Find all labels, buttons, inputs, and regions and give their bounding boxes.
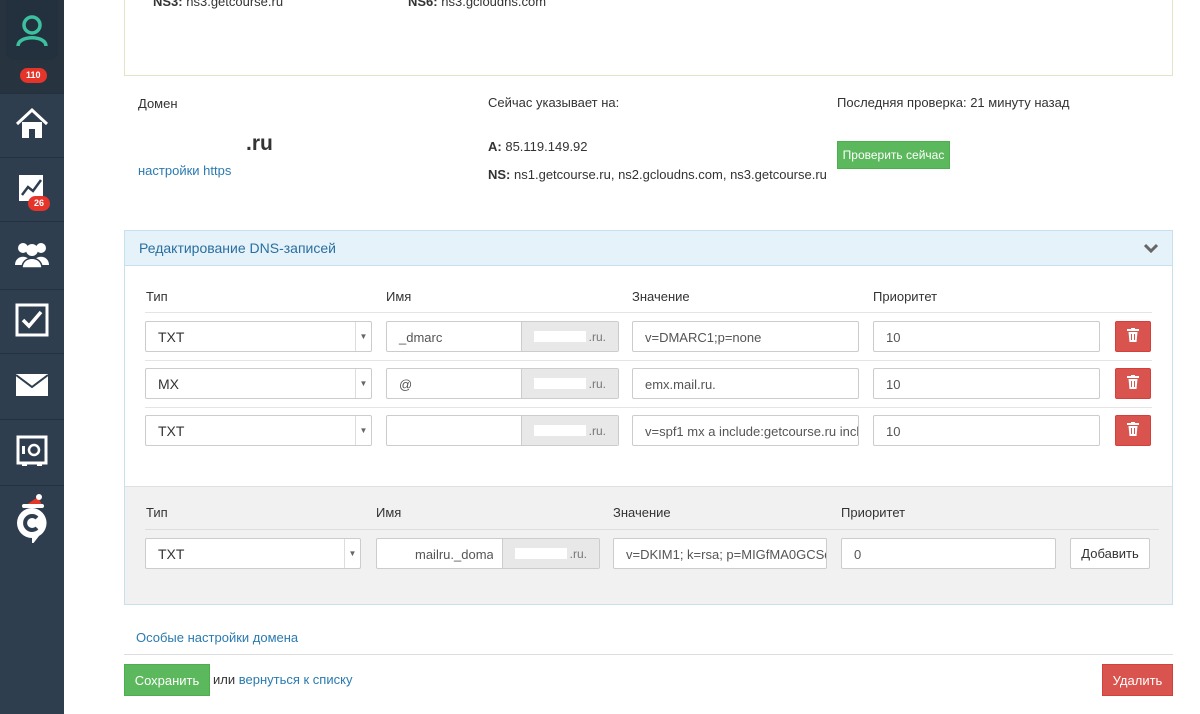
domain-suffix: .ru. (502, 539, 599, 568)
home-icon (15, 107, 49, 144)
divider (145, 312, 1152, 313)
record-value-input[interactable]: v=DMARC1;p=none (632, 321, 859, 352)
ns3-line: NS3: ns3.getcourse.ru (153, 0, 284, 9)
sidebar-item-profile[interactable]: 110 (0, 0, 64, 94)
record-type-select[interactable]: TXT ▼ (145, 321, 372, 352)
record-priority-input[interactable]: 10 (873, 368, 1100, 399)
dns-panel-title: Редактирование DNS-записей (139, 240, 336, 256)
chevron-down-icon: ▼ (355, 369, 371, 398)
new-record-type-select[interactable]: TXT ▼ (145, 538, 361, 569)
new-record-value-input[interactable]: v=DKIM1; k=rsa; p=MIGfMA0GCSqG (613, 538, 827, 569)
chevron-down-icon: ▼ (355, 322, 371, 351)
check-now-button[interactable]: Проверить сейчас (837, 141, 950, 169)
getcourse-logo-icon (12, 491, 52, 546)
domain-suffix: .ru. (521, 322, 618, 351)
users-icon (14, 239, 50, 272)
chevron-down-icon[interactable] (1143, 241, 1159, 256)
delete-record-button[interactable] (1115, 415, 1151, 446)
record-value-input[interactable]: emx.mail.ru. (632, 368, 859, 399)
a-record-line: A: 85.119.149.92 (488, 139, 588, 154)
sidebar-item-stats[interactable]: 26 (0, 158, 64, 222)
notification-badge: 110 (20, 68, 47, 83)
new-col-type: Тип (146, 505, 168, 520)
record-value-input[interactable]: v=spf1 mx a include:getcourse.ru incl (632, 415, 859, 446)
divider (145, 407, 1152, 408)
redacted-domain (534, 425, 586, 436)
sidebar-item-home[interactable] (0, 94, 64, 158)
domain-name: .ru (246, 132, 273, 155)
sidebar-item-safe[interactable] (0, 420, 64, 486)
new-record-name-input[interactable]: mailru._domai .ru. (376, 538, 600, 569)
add-record-button[interactable]: Добавить (1070, 538, 1150, 569)
stats-badge: 26 (28, 196, 51, 211)
new-col-priority: Приоритет (841, 505, 906, 520)
col-priority: Приоритет (873, 289, 938, 304)
domain-suffix: .ru. (521, 416, 618, 445)
main-content: NS3: ns3.getcourse.ru NS6: ns3.gcloudns.… (64, 0, 1200, 714)
redacted-domain (534, 331, 586, 342)
record-name-input[interactable]: @ .ru. (386, 368, 619, 399)
delete-domain-button[interactable]: Удалить (1102, 664, 1173, 696)
redacted-domain (534, 378, 586, 389)
sidebar-item-mail[interactable] (0, 354, 64, 420)
delete-record-button[interactable] (1115, 368, 1151, 399)
new-record-priority-input[interactable]: 0 (841, 538, 1056, 569)
trash-icon (1127, 422, 1139, 439)
special-domain-settings-link[interactable]: Особые настройки домена (136, 630, 298, 645)
record-type-select[interactable]: TXT ▼ (145, 415, 372, 446)
sidebar: 110 26 (0, 0, 64, 714)
chevron-down-icon: ▼ (355, 416, 371, 445)
record-type-select[interactable]: MX ▼ (145, 368, 372, 399)
points-to-label: Сейчас указывает на: (488, 95, 620, 110)
domain-label: Домен (138, 96, 178, 111)
record-name-input[interactable]: .ru. (386, 415, 619, 446)
new-col-name: Имя (376, 505, 402, 520)
ns-servers-box: NS3: ns3.getcourse.ru NS6: ns3.gcloudns.… (124, 0, 1173, 76)
checkbox-icon (15, 303, 49, 340)
trash-icon (1127, 375, 1139, 392)
safe-icon (16, 435, 48, 470)
dns-panel-header[interactable]: Редактирование DNS-записей (125, 231, 1172, 266)
domain-suffix: .ru. (521, 369, 618, 398)
col-value: Значение (632, 289, 690, 304)
last-check-text: Последняя проверка: 21 минуту назад (837, 95, 1070, 110)
sidebar-item-tasks[interactable] (0, 290, 64, 354)
divider (145, 360, 1152, 361)
https-settings-link[interactable]: настройки https (138, 163, 231, 178)
sidebar-item-users[interactable] (0, 222, 64, 290)
divider (145, 529, 1159, 530)
user-icon (6, 0, 58, 60)
save-button[interactable]: Сохранить (124, 664, 210, 696)
col-name: Имя (386, 289, 412, 304)
col-type: Тип (146, 289, 168, 304)
record-priority-input[interactable]: 10 (873, 321, 1100, 352)
record-name-input[interactable]: _dmarc .ru. (386, 321, 619, 352)
redacted-domain (515, 548, 567, 559)
back-link-line: или вернуться к списку (213, 672, 353, 687)
divider (124, 654, 1173, 655)
sidebar-item-brand[interactable] (0, 486, 64, 550)
ns-record-line: NS: ns1.getcourse.ru, ns2.gcloudns.com, … (488, 167, 827, 182)
trash-icon (1127, 328, 1139, 345)
record-priority-input[interactable]: 10 (873, 415, 1100, 446)
ns6-line: NS6: ns3.gcloudns.com (408, 0, 547, 9)
mail-icon (15, 373, 49, 400)
delete-record-button[interactable] (1115, 321, 1151, 352)
dns-records-panel: Редактирование DNS-записей Тип Имя Значе… (124, 230, 1173, 605)
chevron-down-icon: ▼ (344, 539, 360, 568)
new-col-value: Значение (613, 505, 671, 520)
new-record-form: Тип Имя Значение Приоритет TXT ▼ mailru.… (125, 486, 1172, 604)
back-to-list-link[interactable]: вернуться к списку (239, 672, 353, 687)
